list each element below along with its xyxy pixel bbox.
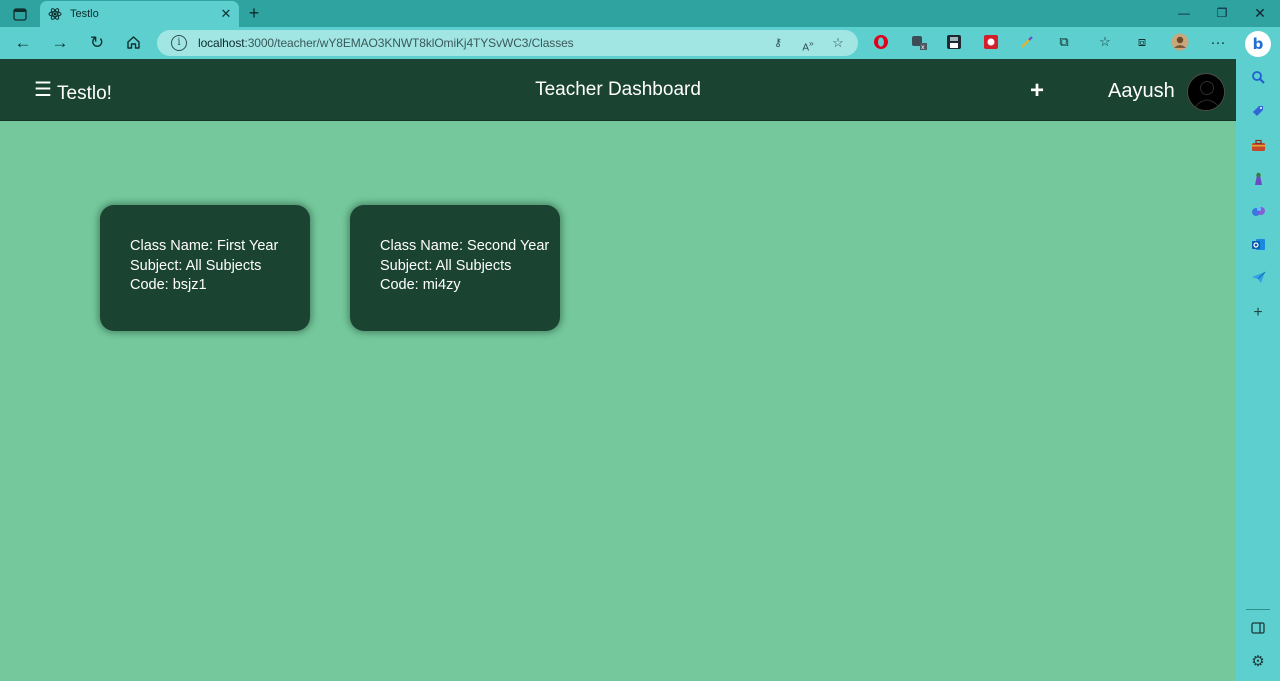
refresh-icon[interactable]: ↻	[84, 31, 110, 55]
restore-button[interactable]: ❐	[1203, 4, 1241, 22]
toolbox-icon[interactable]	[1249, 136, 1267, 154]
settings-gear-icon[interactable]: ⚙	[1249, 652, 1267, 670]
search-icon[interactable]	[1249, 68, 1267, 86]
outlook-icon[interactable]	[1249, 235, 1267, 253]
class-subject: Subject: All Subjects	[380, 257, 512, 274]
close-window-button[interactable]: ✕	[1241, 4, 1279, 22]
page-title: Teacher Dashboard	[535, 79, 701, 100]
extension-manager-icon[interactable]: x	[909, 32, 929, 52]
tab-title: Testlo	[70, 8, 99, 20]
add-icon[interactable]: +	[1249, 304, 1267, 322]
new-tab-button[interactable]: +	[243, 3, 265, 25]
class-name: Class Name: First Year	[130, 238, 279, 254]
site-info-icon[interactable]: i	[171, 35, 187, 51]
url-host: localhost	[198, 36, 245, 50]
back-arrow-icon[interactable]: ←	[10, 31, 36, 55]
add-favorite-icon[interactable]: ☆	[828, 34, 848, 52]
address-bar[interactable]: i localhost:3000/teacher/wY8EMAO3KNWT8kl…	[157, 30, 858, 56]
opera-extension-icon[interactable]	[871, 32, 891, 52]
tab-actions-button[interactable]	[6, 3, 34, 25]
screen-recorder-icon[interactable]	[981, 32, 1001, 52]
split-screen-icon[interactable]	[1249, 619, 1267, 637]
extensions-puzzle-icon[interactable]: ⧉	[1054, 32, 1074, 52]
bing-copilot-button[interactable]: b	[1245, 31, 1271, 57]
add-class-button[interactable]: +	[1026, 79, 1048, 103]
user-silhouette-icon	[1189, 75, 1224, 110]
tab-strip: Testlo ✕ + — ❐ ✕	[0, 0, 1280, 27]
user-avatar[interactable]	[1187, 73, 1225, 111]
collections-icon[interactable]: ⧈	[1132, 32, 1152, 52]
url-text: localhost:3000/teacher/wY8EMAO3KNWT8klOm…	[198, 36, 574, 50]
profile-avatar-icon[interactable]	[1170, 32, 1190, 52]
send-icon[interactable]	[1249, 268, 1267, 286]
class-card[interactable]: Class Name: Second Year Subject: All Sub…	[350, 205, 560, 331]
shopping-tag-icon[interactable]	[1249, 102, 1267, 120]
forward-arrow-icon[interactable]: →	[47, 31, 73, 55]
react-favicon-icon	[48, 7, 62, 21]
page-viewport: ☰ Testlo! Teacher Dashboard + Aayush Cla…	[0, 59, 1236, 681]
tab-close-icon[interactable]: ✕	[218, 6, 234, 22]
color-picker-icon[interactable]	[1017, 32, 1037, 52]
minimize-button[interactable]: —	[1165, 4, 1203, 22]
class-subject: Subject: All Subjects	[130, 257, 262, 274]
copilot-icon[interactable]	[1249, 202, 1267, 220]
user-name[interactable]: Aayush	[1108, 80, 1175, 103]
read-aloud-icon[interactable]: A»	[798, 34, 818, 53]
more-options-icon[interactable]: ···	[1208, 32, 1228, 52]
browser-toolbar: ← → ↻ i localhost:3000/teacher/wY8EMAO3K…	[0, 27, 1280, 59]
games-icon[interactable]	[1249, 170, 1267, 188]
home-icon[interactable]	[120, 31, 146, 55]
password-key-icon[interactable]: ⚷	[768, 34, 788, 52]
class-card[interactable]: Class Name: First Year Subject: All Subj…	[100, 205, 310, 331]
svg-text:x: x	[921, 44, 925, 51]
sidebar-divider	[1246, 609, 1270, 610]
class-code: Code: mi4zy	[380, 277, 461, 293]
class-code: Code: bsjz1	[130, 277, 207, 293]
url-path: :3000/teacher/wY8EMAO3KNWT8klOmiKj4TYSvW…	[244, 36, 574, 50]
bing-b-icon: b	[1252, 35, 1264, 53]
favorites-icon[interactable]: ☆	[1095, 32, 1115, 52]
save-extension-icon[interactable]	[944, 32, 964, 52]
app-header: ☰ Testlo! Teacher Dashboard + Aayush	[0, 59, 1236, 121]
class-name: Class Name: Second Year	[380, 238, 550, 254]
tab-actions-icon	[13, 7, 27, 21]
browser-tab-active[interactable]: Testlo ✕	[40, 1, 239, 27]
